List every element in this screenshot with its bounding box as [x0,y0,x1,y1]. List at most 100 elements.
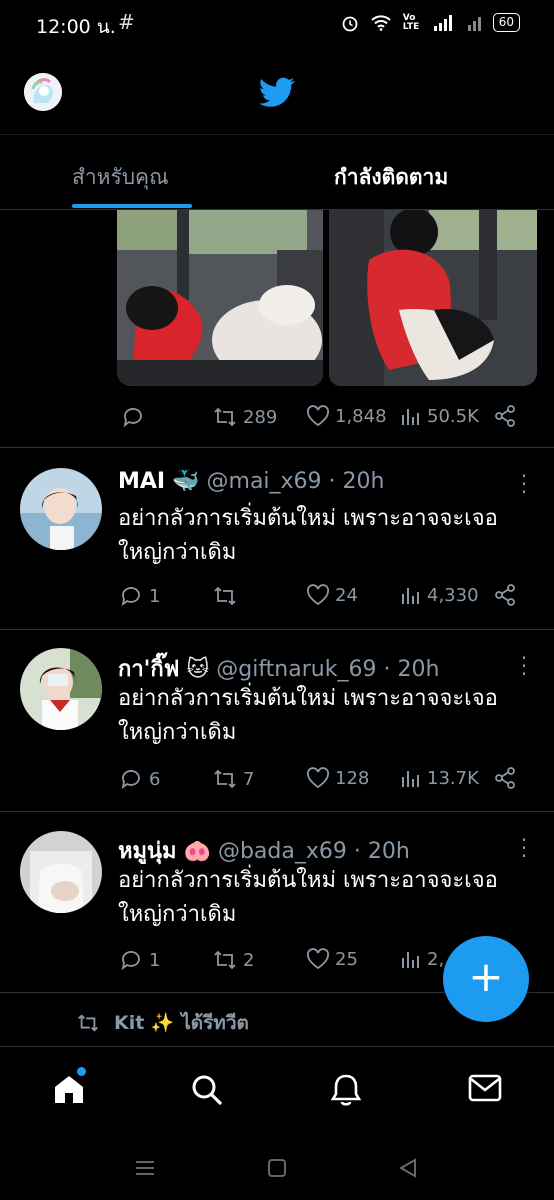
more-options-icon[interactable]: · · · [518,648,530,684]
author-emoji: 🐽 [183,839,211,864]
more-options-icon[interactable]: · · · [518,466,530,502]
views-button[interactable]: 4,330 [400,584,479,606]
like-button[interactable]: 1,848 [306,405,387,427]
retweet-button[interactable]: 7 [212,767,254,791]
views-icon [402,409,419,425]
tweet-header: MAI 🐳 @mai_x69 · 20h [118,469,385,494]
tweet-header: กา'กิ๊ฟ 🐱 @giftnaruk_69 · 20h [118,651,439,686]
retweet-button[interactable]: 289 [212,405,277,429]
tweet-text: อย่ากลัวการเริ่มต้นใหม่ เพราะอาจจะเจอใหญ… [118,686,498,745]
home-notification-dot [77,1067,86,1076]
reply-count: 1 [149,585,161,607]
retweet-count: 289 [243,406,278,428]
tab-following[interactable]: กำลังติดตาม [334,161,448,194]
media-photo-1[interactable] [117,210,323,386]
compose-tweet-button[interactable]: + [443,936,529,1022]
back-icon[interactable] [398,1158,418,1178]
reply-button[interactable]: 1 [120,584,160,608]
author-emoji: 🐳 [172,469,200,494]
like-button[interactable]: 24 [306,584,358,606]
reply-icon [121,770,140,790]
media-photo-2[interactable] [329,210,537,386]
reply-button[interactable]: 6 [120,767,160,791]
like-button[interactable]: 25 [306,948,358,970]
bottom-nav [0,1046,554,1136]
reply-icon [123,408,142,428]
status-bar: 12:00 น. # Vo LTE 60 [0,0,554,50]
menu-icon[interactable] [134,1158,156,1178]
views-button[interactable]: 13.7K [400,767,479,789]
notifications-icon[interactable] [330,1073,362,1107]
like-button[interactable]: 128 [306,767,369,789]
retweet-notice[interactable]: Kit ✨ ได้รีทวีต [76,1008,249,1038]
retweet-icon [214,407,236,427]
signal-icon [433,14,452,31]
tweet-text: อย่ากลัวการเริ่มต้นใหม่ เพราะอาจจะเจอใหญ… [118,868,498,927]
like-count: 25 [335,948,358,970]
status-icons: Vo LTE 60 [341,13,520,32]
share-button[interactable] [494,584,516,606]
view-count: 50.5K [427,405,479,427]
grid-icon: # [118,10,135,34]
author-name[interactable]: กา'กิ๊ฟ [118,657,179,682]
retweet-button[interactable] [212,584,243,608]
tweet-media[interactable] [117,210,537,386]
reply-button[interactable] [122,405,151,429]
like-count: 128 [335,767,370,789]
author-handle[interactable]: @giftnaruk_69 [216,657,376,682]
home-icon[interactable] [52,1073,86,1105]
tab-for-you[interactable]: สำหรับคุณ [72,161,169,194]
retweet-icon [214,950,236,970]
like-count: 1,848 [335,405,387,427]
author-handle[interactable]: @mai_x69 [207,469,322,494]
tab-indicator [72,204,192,208]
tweet-actions: 6 7 128 13.7K [118,765,518,795]
search-icon[interactable] [190,1073,224,1107]
timeline-tabs: สำหรับคุณ กำลังติดตาม [0,134,554,210]
tweet-item[interactable]: MAI 🐳 @mai_x69 · 20h · · · อย่ากลัวการเริ่… [0,448,554,629]
heart-icon [306,584,330,606]
alarm-icon [342,16,358,31]
heart-icon [306,767,330,789]
author-name[interactable]: หมูนุ่ม [118,839,177,864]
share-button[interactable] [494,405,516,427]
author-name[interactable]: MAI [118,469,165,494]
share-icon [495,405,515,427]
more-options-icon[interactable]: · · · [518,830,530,866]
tweet-actions: 289 1,848 50.5K [118,403,518,433]
reply-count: 1 [149,949,161,971]
avatar[interactable] [20,468,102,550]
author-emoji: 🐱 [186,657,210,682]
author-handle[interactable]: @bada_x69 [218,839,347,864]
tweet-time: · 20h [383,657,440,682]
share-button[interactable] [494,767,516,789]
reply-count: 6 [149,768,161,790]
reply-button[interactable]: 1 [120,948,160,972]
reply-icon [121,587,140,607]
battery-icon: 60 [492,13,520,32]
retweet-icon [214,769,236,789]
retweet-button[interactable]: 2 [212,948,254,972]
tweet-header: หมูนุ่ม 🐽 @bada_x69 · 20h [118,833,410,868]
tweet-item[interactable]: กา'กิ๊ฟ 🐱 @giftnaruk_69 · 20h · · · อย่ากล… [0,630,554,811]
views-button[interactable]: 50.5K [400,405,479,427]
twitter-bird-icon[interactable] [259,74,295,110]
views-icon [402,952,419,968]
tweet-time: · 20h [328,469,385,494]
volte-icon: Vo LTE [402,12,420,32]
retweet-count: 7 [243,768,255,790]
avatar[interactable] [20,648,102,730]
share-icon [495,584,515,606]
messages-icon[interactable] [468,1073,502,1103]
avatar[interactable] [20,831,102,913]
retweet-notice-text: Kit ✨ ได้รีทวีต [114,1012,249,1034]
top-bar [0,60,554,126]
profile-avatar[interactable] [24,73,62,111]
share-icon [495,767,515,789]
heart-icon [306,405,330,427]
status-time: 12:00 น. [36,16,116,38]
home-square-icon[interactable] [267,1158,287,1178]
retweet-count: 2 [243,949,255,971]
reply-icon [121,951,140,971]
tweet-time: · 20h [353,839,410,864]
